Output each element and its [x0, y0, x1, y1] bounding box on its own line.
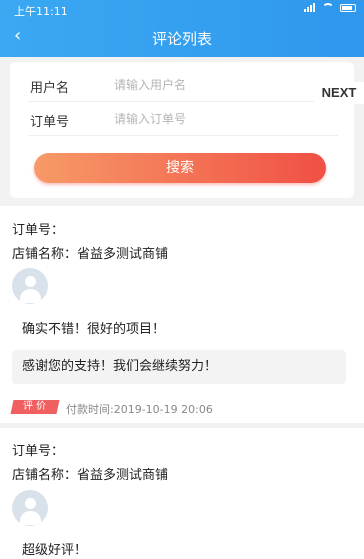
review-footer: 评 价 付款时间:2019-10-19 20:06 — [0, 398, 364, 418]
username-label: 用户名 — [30, 81, 70, 96]
review-card: 订单号： 店铺名称：省益多测试商铺 超级好评！ — [0, 428, 364, 559]
username-input[interactable] — [114, 74, 314, 96]
search-panel: 用户名 订单号 搜索 — [10, 62, 354, 198]
avatar-head-icon — [25, 498, 36, 509]
status-icons — [304, 3, 356, 12]
order-input[interactable] — [114, 108, 314, 130]
shop-name: 店铺名称：省益多测试商铺 — [12, 247, 169, 262]
nav-row: ‹ 评论列表 — [0, 22, 364, 52]
avatar-body-icon — [20, 511, 41, 525]
review-tag: 评 价 — [10, 400, 60, 414]
order-row: 订单号 — [10, 102, 354, 136]
divider — [28, 135, 338, 136]
header-bar: 上午11:11 ‹ 评论列表 — [0, 0, 364, 57]
page-title: 评论列表 — [151, 30, 212, 48]
next-button[interactable]: NEXT — [314, 82, 364, 104]
avatar-body-icon — [20, 289, 41, 303]
avatar — [12, 268, 48, 304]
review-comment: 确实不错！很好的项目！ — [22, 322, 166, 337]
payment-time: 付款时间:2019-10-19 20:06 — [66, 403, 213, 416]
order-number-label: 订单号： — [12, 444, 65, 459]
status-bar: 上午11:11 — [0, 0, 364, 20]
avatar-head-icon — [25, 276, 36, 287]
merchant-reply: 感谢您的支持！我们会继续努力！ — [12, 350, 346, 384]
review-tag-label: 评 价 — [23, 401, 47, 412]
wifi-icon — [322, 3, 334, 12]
review-comment: 超级好评！ — [22, 543, 88, 558]
shop-name: 店铺名称：省益多测试商铺 — [12, 468, 169, 483]
signal-icon — [304, 3, 316, 12]
username-row: 用户名 — [10, 68, 354, 102]
search-button[interactable]: 搜索 — [34, 153, 326, 183]
status-time: 上午11:11 — [14, 5, 68, 18]
battery-icon — [340, 3, 356, 12]
order-label: 订单号 — [30, 115, 70, 130]
review-card: 订单号： 店铺名称：省益多测试商铺 确实不错！很好的项目！ 感谢您的支持！我们会… — [0, 206, 364, 423]
avatar — [12, 490, 48, 526]
order-number-label: 订单号： — [12, 223, 65, 238]
